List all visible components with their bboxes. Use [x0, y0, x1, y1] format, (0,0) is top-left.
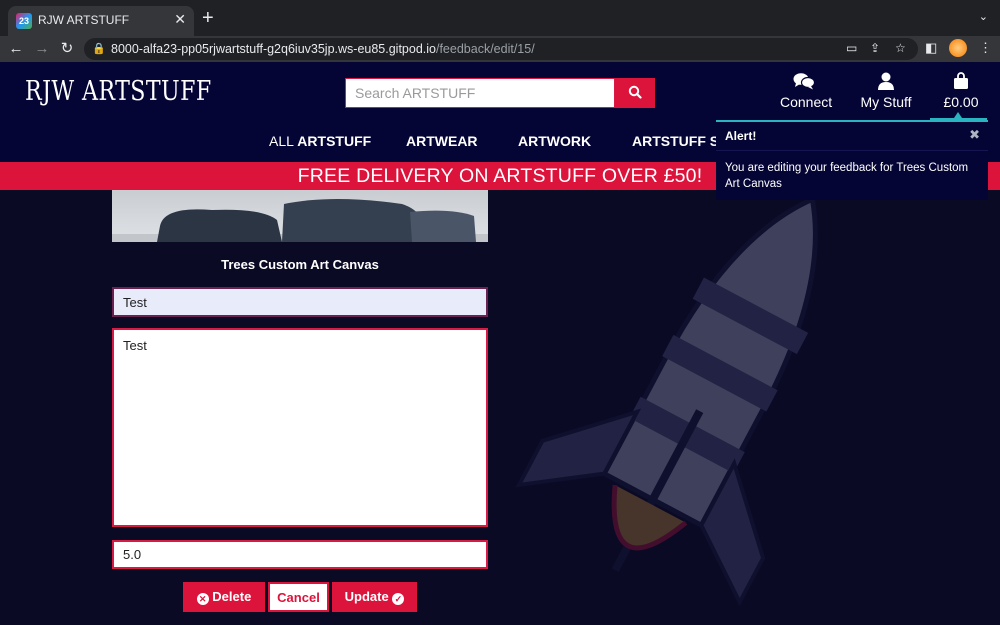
- cart-total: £0.00: [943, 94, 979, 110]
- search-icon: [628, 85, 642, 99]
- nav-artwear[interactable]: ARTWEAR: [406, 133, 478, 149]
- reload-icon[interactable]: ↻: [57, 39, 77, 59]
- side-panel-icon[interactable]: ◧: [925, 40, 937, 56]
- feedback-title-input[interactable]: [112, 287, 488, 317]
- connect-link[interactable]: Connect: [780, 72, 832, 110]
- toast-close-icon[interactable]: ✖: [969, 127, 980, 143]
- favicon-icon: 23: [16, 13, 32, 29]
- rating-input[interactable]: [112, 540, 488, 569]
- product-image: [112, 190, 488, 242]
- card-icon[interactable]: ▭: [846, 41, 857, 55]
- tab-title: RJW ARTSTUFF: [38, 13, 130, 27]
- product-title: Trees Custom Art Canvas: [221, 257, 379, 272]
- search-input[interactable]: [345, 78, 615, 108]
- connect-label: Connect: [780, 94, 833, 110]
- my-stuff-label: My Stuff: [860, 94, 912, 110]
- browser-tabbar: 23 RJW ARTSTUFF ✕ + ⌄: [0, 0, 1000, 36]
- close-tab-icon[interactable]: ✕: [174, 11, 186, 28]
- url-text[interactable]: 8000-alfa23-pp05rjwartstuff-g2q6iuv35jp.…: [111, 42, 535, 56]
- toast-divider: [716, 150, 988, 151]
- back-icon[interactable]: ←: [6, 39, 26, 59]
- shopping-bag-icon: [941, 72, 981, 94]
- toast-header: Alert!: [725, 129, 757, 143]
- cancel-button[interactable]: Cancel: [268, 582, 329, 612]
- delete-button[interactable]: ✕ Delete: [183, 582, 265, 612]
- address-bar[interactable]: 🔒 8000-alfa23-pp05rjwartstuff-g2q6iuv35j…: [84, 38, 918, 60]
- tab-search-icon[interactable]: ⌄: [979, 10, 988, 23]
- bookmark-star-icon[interactable]: ☆: [895, 41, 906, 55]
- feedback-body-textarea[interactable]: Test: [112, 328, 488, 527]
- main-content: Trees Custom Art Canvas Test ✕ Delete Ca…: [0, 190, 1000, 625]
- my-stuff-link[interactable]: My Stuff: [860, 72, 912, 110]
- search-button[interactable]: [615, 78, 655, 108]
- rocket-illustration: [515, 195, 818, 607]
- alert-toast: Alert! ✖ You are editing your feedback f…: [716, 120, 988, 200]
- forward-icon[interactable]: →: [32, 39, 52, 59]
- toast-message: You are editing your feedback for Trees …: [725, 162, 969, 190]
- comments-icon: [780, 72, 828, 94]
- user-icon: [860, 72, 912, 94]
- browser-menu-icon[interactable]: ⋮: [979, 40, 992, 56]
- lock-icon[interactable]: 🔒: [92, 42, 106, 55]
- share-icon[interactable]: ⇪: [870, 41, 880, 55]
- cart-link[interactable]: £0.00: [941, 72, 981, 110]
- delete-label: Delete: [212, 589, 252, 604]
- toast-caret: [954, 112, 962, 118]
- site-logo[interactable]: RJW ARTSTUFF: [25, 76, 212, 107]
- new-tab-icon[interactable]: +: [202, 7, 214, 29]
- update-button[interactable]: Update ✓: [332, 582, 417, 612]
- cancel-label: Cancel: [277, 589, 320, 605]
- times-circle-icon: ✕: [196, 593, 209, 605]
- check-circle-icon: ✓: [392, 593, 405, 605]
- update-label: Update: [344, 589, 389, 604]
- browser-tab[interactable]: 23 RJW ARTSTUFF ✕: [8, 6, 194, 36]
- nav-artwork[interactable]: ARTWORK: [518, 133, 591, 149]
- browser-toolbar: ← → ↻ 🔒 8000-alfa23-pp05rjwartstuff-g2q6…: [0, 36, 1000, 62]
- nav-all-artstuff[interactable]: ALL ARTSTUFF: [269, 133, 371, 149]
- profile-avatar[interactable]: [949, 39, 967, 57]
